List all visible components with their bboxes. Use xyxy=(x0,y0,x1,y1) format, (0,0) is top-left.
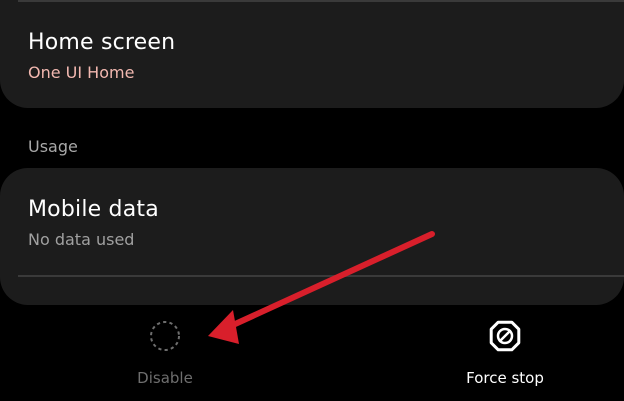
mobile-data-title[interactable]: Mobile data xyxy=(28,197,159,222)
force-stop-icon xyxy=(489,320,521,352)
mobile-data-value: No data used xyxy=(28,230,135,249)
disable-button[interactable]: Disable xyxy=(95,318,235,398)
home-screen-value: One UI Home xyxy=(28,63,135,82)
divider xyxy=(18,0,624,2)
divider xyxy=(18,275,624,277)
disable-dashed-circle-icon xyxy=(150,321,180,351)
force-stop-button[interactable]: Force stop xyxy=(435,318,575,398)
app-info-screen: Home screen One UI Home Usage Mobile dat… xyxy=(0,0,624,401)
force-stop-label: Force stop xyxy=(466,369,544,387)
usage-section-label: Usage xyxy=(28,137,78,156)
home-screen-title[interactable]: Home screen xyxy=(28,30,175,55)
disable-label: Disable xyxy=(137,369,193,387)
